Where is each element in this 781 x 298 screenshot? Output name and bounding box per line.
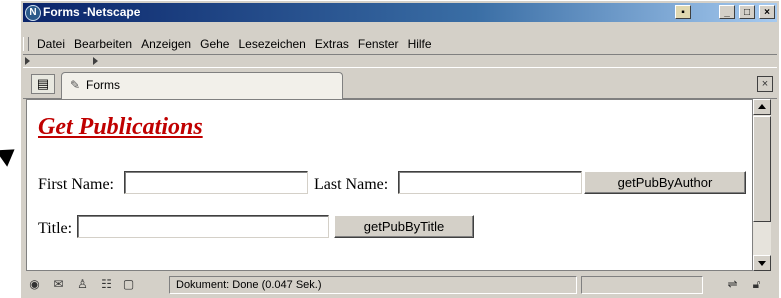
online-icon: ⇌ (727, 277, 738, 291)
page-icon: ✎ (70, 78, 81, 92)
first-name-field[interactable] (124, 171, 308, 194)
close-tab-button[interactable]: × (757, 76, 773, 92)
collapsed-toolbars (23, 54, 777, 68)
composer-icon[interactable]: ♙ (75, 277, 90, 292)
menu-anzeigen[interactable]: Anzeigen (141, 34, 191, 54)
new-tab-button[interactable]: ▤ (31, 74, 55, 94)
expand-toolbar-icon[interactable] (25, 57, 30, 65)
scroll-up-button[interactable] (753, 99, 771, 115)
menu-gehe[interactable]: Gehe (200, 34, 229, 54)
menu-lesezeichen[interactable]: Lesezeichen (238, 34, 305, 54)
scroll-thumb[interactable] (753, 116, 771, 222)
arrow-down-icon (758, 261, 766, 266)
first-name-label: First Name: (38, 176, 114, 193)
last-name-label: Last Name: (314, 176, 389, 193)
tab-label: Forms (86, 78, 120, 92)
maximize-button[interactable]: □ (739, 5, 755, 19)
menu-datei[interactable]: Datei (37, 34, 65, 54)
tray-icon[interactable]: ▪ (675, 5, 691, 19)
netscape-logo-icon: N (25, 5, 41, 21)
status-bar: ◉ ✉ ♙ ☷ ▢ Dokument: Done (0.047 Sek.) ⇌ … (23, 274, 777, 296)
mail-icon[interactable]: ✉ (51, 277, 66, 292)
minimize-button[interactable]: _ (719, 5, 735, 19)
browser-window: N Forms -Netscape ▪ _ □ × Datei Bearbeit… (20, 0, 779, 298)
window-title: Forms -Netscape (43, 5, 141, 19)
title-bar: N Forms -Netscape ▪ _ □ × (23, 3, 777, 22)
pointer-arrow-icon (0, 141, 21, 167)
page-content: Get Publications First Name: Last Name: … (26, 99, 753, 271)
chat-icon[interactable]: ▢ (121, 277, 136, 292)
arrow-up-icon (758, 104, 766, 109)
menu-grip[interactable] (23, 37, 29, 51)
expand-toolbar-icon[interactable] (93, 57, 98, 65)
title-label: Title: (38, 220, 73, 237)
new-tab-icon: ▤ (36, 76, 50, 91)
close-tab-icon: × (761, 78, 769, 90)
get-pub-by-author-button[interactable]: getPubByAuthor (584, 171, 746, 194)
address-book-icon[interactable]: ☷ (99, 277, 114, 292)
progress-meter (581, 276, 703, 294)
page-heading: Get Publications (38, 114, 203, 140)
menu-fenster[interactable]: Fenster (358, 34, 399, 54)
menu-bar: Datei Bearbeiten Anzeigen Gehe Lesezeich… (23, 34, 777, 54)
tab-bar: ▤ ✎ Forms × (23, 70, 777, 99)
menu-hilfe[interactable]: Hilfe (408, 34, 432, 54)
security-lock-icon: 🔓︎ (752, 277, 761, 291)
get-pub-by-title-button[interactable]: getPubByTitle (334, 215, 474, 238)
status-text: Dokument: Done (0.047 Sek.) (169, 276, 577, 294)
tab-forms[interactable]: ✎ Forms (61, 72, 343, 99)
scroll-down-button[interactable] (753, 255, 771, 271)
menu-extras[interactable]: Extras (315, 34, 349, 54)
menu-bearbeiten[interactable]: Bearbeiten (74, 34, 132, 54)
last-name-field[interactable] (398, 171, 582, 194)
title-field[interactable] (77, 215, 329, 238)
vertical-scrollbar[interactable] (753, 99, 771, 271)
close-button[interactable]: × (759, 5, 775, 19)
navigator-icon[interactable]: ◉ (27, 277, 42, 292)
